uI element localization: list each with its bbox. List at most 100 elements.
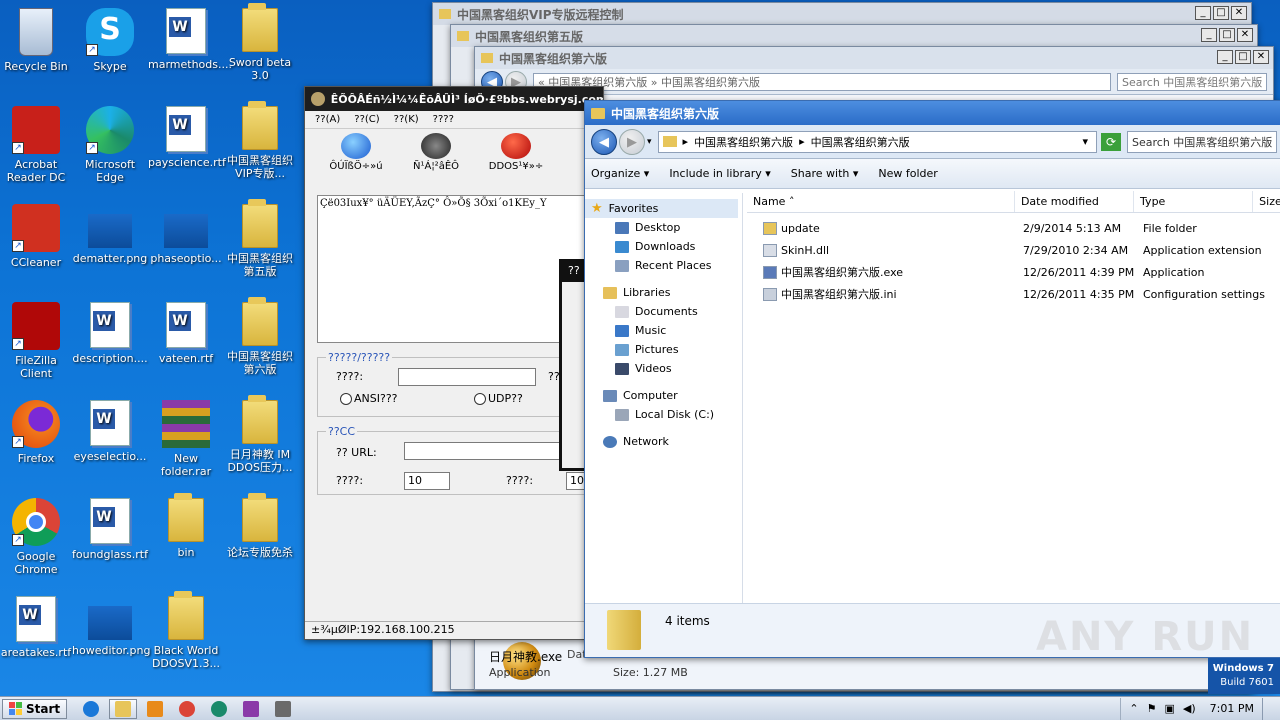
nav-lib-3[interactable]: Videos: [585, 359, 742, 378]
desktop-icon-skype[interactable]: S ↗ Skype: [72, 8, 148, 73]
toolbar-button-0[interactable]: ÔÚÏßÖ÷»ú: [325, 133, 387, 181]
flag-icon[interactable]: ⚑: [1147, 702, 1157, 715]
file-row[interactable]: update 2/9/2014 5:13 AM File folder: [747, 217, 1280, 239]
desktop-icon-eyeselection[interactable]: eyeselectio...: [72, 400, 148, 463]
nav-network[interactable]: Network: [585, 432, 742, 451]
clock[interactable]: 7:01 PM: [1210, 702, 1254, 715]
desktop-icon-description[interactable]: description....: [72, 302, 148, 365]
desktop-icon-bin[interactable]: bin: [148, 493, 224, 559]
nav-computer[interactable]: Computer: [585, 386, 742, 405]
command-2[interactable]: Share with ▾: [791, 167, 859, 180]
desktop-icon-areatakes[interactable]: areatakes.rtf: [0, 596, 74, 659]
close-icon[interactable]: ✕: [1237, 28, 1253, 42]
desktop-icon-firefox[interactable]: ↗ Firefox: [0, 400, 74, 465]
taskbar-chrome-button[interactable]: [173, 699, 201, 719]
desktop-icon-fifthfolder[interactable]: 中国黑客组织第五版: [222, 199, 298, 278]
desktop-icon-luntan[interactable]: 论坛专版免杀: [222, 493, 298, 559]
desktop-icon-newfolderrar[interactable]: New folder.rar: [148, 400, 224, 478]
nav-lib-0[interactable]: Documents: [585, 302, 742, 321]
desktop-icon-marmethods[interactable]: marmethods....: [148, 8, 232, 71]
taskbar-ie-button[interactable]: [77, 699, 105, 719]
desktop-icon-foundglass[interactable]: foundglass.rtf: [72, 498, 148, 561]
breadcrumb-2[interactable]: 中国黑客组织第六版: [811, 134, 910, 150]
maximize-icon[interactable]: □: [1219, 28, 1235, 42]
column-header-name[interactable]: Name ˄: [747, 191, 1015, 212]
desktop-icon-blackworld[interactable]: Black World DDOSV1.3...: [148, 591, 224, 670]
desktop-icon-sixthfolder[interactable]: 中国黑客组织第六版: [222, 297, 298, 376]
menu-item-1[interactable]: ??(C): [354, 114, 379, 125]
maximize-icon[interactable]: □: [1213, 6, 1229, 20]
desktop-icon-edge[interactable]: ↗ Microsoft Edge: [72, 106, 148, 184]
close-icon[interactable]: ✕: [1231, 6, 1247, 20]
network-tray-icon[interactable]: ▣: [1165, 702, 1175, 715]
tray-up-icon[interactable]: ⌃: [1129, 702, 1138, 715]
explorer-window[interactable]: 中国黑客组织第六版 ◀ ▶ ▾ ▸ 中国黑客组织第六版 ▸ 中国黑客组织第六版 …: [584, 100, 1280, 658]
menu-item-0[interactable]: ??(A): [315, 114, 340, 125]
nav-fav-0[interactable]: Desktop: [585, 218, 742, 237]
file-row[interactable]: 中国黑客组织第六版.exe 12/26/2011 4:39 PM Applicati…: [747, 261, 1280, 283]
nav-fav-1[interactable]: Downloads: [585, 237, 742, 256]
minimize-icon[interactable]: _: [1201, 28, 1217, 42]
toolbar-button-2[interactable]: DDOS¹¥»÷: [485, 133, 547, 181]
desktop-icon-vateen[interactable]: vateen.rtf: [148, 302, 224, 365]
breadcrumb-1[interactable]: 中国黑客组织第六版: [694, 134, 793, 150]
taskbar-explorer-button[interactable]: [109, 698, 138, 719]
menu-item-3[interactable]: ????: [433, 114, 454, 125]
taskbar-edge-button[interactable]: [205, 699, 233, 719]
address-bar[interactable]: ▸ 中国黑客组织第六版 ▸ 中国黑客组织第六版 ▾: [657, 130, 1097, 153]
desktop-icon-riyue[interactable]: 日月神教 IM DDOS压力...: [222, 395, 298, 474]
count-input[interactable]: 10: [404, 472, 450, 490]
desktop-icon-chrome[interactable]: ↗ Google Chrome: [0, 498, 74, 576]
maximize-icon[interactable]: □: [1235, 50, 1251, 64]
nav-favorites[interactable]: ★ Favorites: [585, 199, 738, 218]
nav-fav-2[interactable]: Recent Places: [585, 256, 742, 275]
column-header-type[interactable]: Type: [1134, 191, 1254, 212]
minimize-icon[interactable]: _: [1195, 6, 1211, 20]
winrar-icon: [243, 700, 260, 717]
desktop-icon-ccleaner[interactable]: ↗ CCleaner: [0, 204, 74, 269]
back-address-bar[interactable]: « 中国黑客组织第六版 » 中国黑客组织第六版: [533, 72, 1111, 91]
taskbar-winrar-button[interactable]: [237, 699, 265, 719]
history-dropdown-icon[interactable]: ▾: [647, 137, 652, 147]
minimize-icon[interactable]: _: [1217, 50, 1233, 64]
radio-udp[interactable]: UDP??: [474, 392, 523, 405]
desktop-icon-sword[interactable]: Sword beta 3.0: [222, 3, 298, 82]
volume-icon[interactable]: ◀): [1183, 702, 1196, 715]
desktop-icon-recycle[interactable]: Recycle Bin: [0, 8, 74, 73]
ddos-app-textarea[interactable]: Çë03Iux¥° üÄÜEY,ÃzÇ° Ô»Õ§ 3Õxi´o1KEy_Y: [317, 195, 593, 343]
nav-lib-1[interactable]: Music: [585, 321, 742, 340]
field1-input[interactable]: [398, 368, 536, 386]
desktop-icon-vipfolder[interactable]: 中国黑客组织VIP专版...: [222, 101, 298, 180]
radio-ansi[interactable]: ANSI???: [340, 392, 398, 405]
taskbar-media-player-button[interactable]: [141, 699, 169, 719]
file-row[interactable]: 中国黑客组织第六版.ini 12/26/2011 4:35 PM Configura…: [747, 283, 1280, 305]
toolbar-button-1[interactable]: Ñ¹Á¦²âÊÔ: [405, 133, 467, 181]
command-0[interactable]: Organize ▾: [591, 167, 649, 180]
ddos-app-window[interactable]: ÊÕÔÂÉñ½Ì¼¼ÊõÂÛÌ³ ÍøÖ·£ºbbs.webrysj.com ?…: [304, 86, 605, 640]
command-1[interactable]: Include in library ▾: [669, 167, 770, 180]
nav-libraries[interactable]: Libraries: [585, 283, 742, 302]
start-button[interactable]: Start: [2, 698, 68, 719]
desktop-icon-payscience[interactable]: payscience.rtf: [148, 106, 226, 169]
desktop-icon-acrobat[interactable]: ↗ Acrobat Reader DC: [0, 106, 74, 184]
back-search-input[interactable]: Search 中国黑客组织第六版: [1117, 72, 1267, 91]
desktop-icon-filezilla[interactable]: ↗ FileZilla Client: [0, 302, 74, 380]
chevron-down-icon[interactable]: ▾: [1082, 135, 1088, 148]
close-icon[interactable]: ✕: [1253, 50, 1269, 64]
nav-lib-2[interactable]: Pictures: [585, 340, 742, 359]
desktop-icon-dematter[interactable]: dematter.png: [72, 204, 148, 265]
back-button[interactable]: ◀: [591, 128, 617, 155]
show-desktop-button[interactable]: [1262, 697, 1272, 720]
column-header-size[interactable]: Size: [1253, 191, 1280, 212]
search-input[interactable]: Search 中国黑客组织第六版: [1127, 130, 1277, 153]
file-row[interactable]: SkinH.dll 7/29/2010 2:34 AM Application ex…: [747, 239, 1280, 261]
command-3[interactable]: New folder: [878, 167, 937, 180]
taskbar-app-button[interactable]: [269, 699, 297, 719]
column-header-date-modified[interactable]: Date modified: [1015, 191, 1135, 212]
desktop-icon-howeditor[interactable]: howeditor.png: [72, 596, 151, 657]
nav-comp-0[interactable]: Local Disk (C:): [585, 405, 742, 424]
menu-item-2[interactable]: ??(K): [394, 114, 419, 125]
forward-button[interactable]: ▶: [619, 128, 645, 155]
desktop-icon-phaseoptio[interactable]: phaseoptio...: [148, 204, 224, 265]
refresh-icon[interactable]: ⟳: [1101, 132, 1121, 151]
